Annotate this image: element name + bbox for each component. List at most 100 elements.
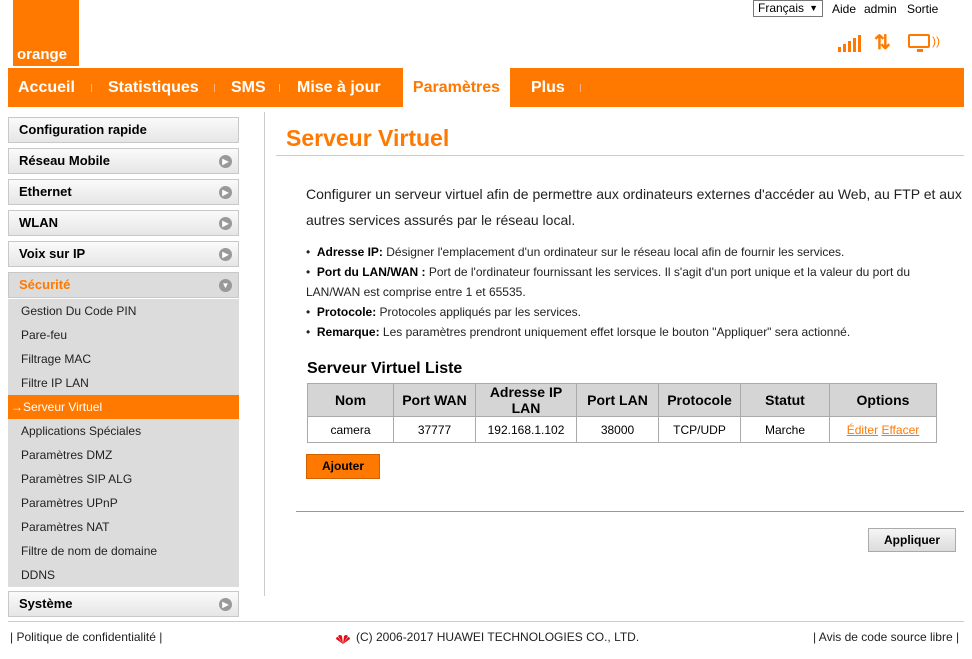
logo-text: orange	[17, 46, 68, 63]
col-statut: Statut	[740, 383, 830, 417]
sidebar-item-filtre-nom-domaine[interactable]: Filtre de nom de domaine	[8, 539, 239, 563]
nav-parametres[interactable]: Paramètres	[403, 68, 510, 107]
bullet-text: Les paramètres prendront uniquement effe…	[379, 325, 851, 339]
expand-arrow-icon: ▶	[219, 155, 232, 168]
logout-link[interactable]: Sortie	[907, 2, 938, 16]
sidebar-item-label: Ethernet	[19, 184, 72, 199]
bullet-port: • Port du LAN/WAN : Port de l'ordinateur…	[306, 265, 911, 299]
nav-accueil[interactable]: Accueil	[18, 68, 75, 107]
collapse-arrow-icon: ▼	[219, 279, 232, 292]
apply-button[interactable]: Appliquer	[868, 528, 956, 552]
sidebar-item-parametres-sip-alg[interactable]: Paramètres SIP ALG	[8, 467, 239, 491]
sidebar-item-pare-feu[interactable]: Pare-feu	[8, 323, 239, 347]
language-value: Français	[758, 1, 805, 15]
list-title: Serveur Virtuel Liste	[307, 360, 463, 377]
cell-nom: camera	[307, 416, 394, 443]
dropdown-arrow-icon: ▼	[809, 3, 818, 13]
sidebar-item-label: Réseau Mobile	[19, 153, 111, 168]
sidebar-wlan[interactable]: WLAN ▶	[8, 210, 239, 236]
virtual-server-table: Nom Port WAN Adresse IP LAN Port LAN Pro…	[307, 383, 937, 443]
sidebar-configuration-rapide[interactable]: Configuration rapide	[8, 117, 239, 143]
expand-arrow-icon: ▶	[219, 598, 232, 611]
huawei-logo-icon	[336, 635, 350, 644]
bullet-label: Adresse IP:	[316, 245, 383, 259]
sidebar-item-parametres-nat[interactable]: Paramètres NAT	[8, 515, 239, 539]
col-protocole: Protocole	[658, 383, 741, 417]
expand-arrow-icon: ▶	[219, 248, 232, 261]
sidebar-item-filtre-ip-lan[interactable]: Filtre IP LAN	[8, 371, 239, 395]
bullet-text: Désigner l'emplacement d'un ordinateur s…	[382, 245, 845, 259]
privacy-link[interactable]: Politique de confidentialité	[16, 630, 155, 644]
sidebar-item-filtrage-mac[interactable]: Filtrage MAC	[8, 347, 239, 371]
open-source-link[interactable]: Avis de code source libre	[819, 630, 953, 644]
bullet-label: Remarque:	[316, 325, 380, 339]
sidebar-securite[interactable]: Sécurité ▼	[8, 272, 239, 298]
bullet-label: Port du LAN/WAN :	[316, 265, 426, 279]
expand-arrow-icon: ▶	[219, 186, 232, 199]
sidebar-item-gestion-code-pin[interactable]: Gestion Du Code PIN	[8, 299, 239, 323]
sidebar-item-parametres-dmz[interactable]: Paramètres DMZ	[8, 443, 239, 467]
sidebar-item-parametres-upnp[interactable]: Paramètres UPnP	[8, 491, 239, 515]
nav-statistiques[interactable]: Statistiques	[108, 68, 199, 107]
securite-submenu: Gestion Du Code PIN Pare-feu Filtrage MA…	[8, 299, 239, 587]
bullet-protocole: • Protocole: Protocoles appliqués par le…	[306, 305, 581, 319]
footer-divider	[8, 621, 964, 622]
col-nom: Nom	[307, 383, 394, 417]
delete-link[interactable]: Effacer	[881, 423, 919, 437]
sidebar-item-label: Voix sur IP	[19, 246, 86, 261]
signal-icon	[838, 32, 862, 52]
bullet-label: Protocole:	[316, 305, 377, 319]
sidebar-item-label: Sécurité	[19, 277, 71, 292]
copyright: (C) 2006-2017 HUAWEI TECHNOLOGIES CO., L…	[356, 630, 640, 644]
sidebar-item-label: Serveur Virtuel	[23, 400, 103, 414]
broadcast-icon: ))	[932, 34, 940, 48]
bullet-ip: • Adresse IP: Désigner l'emplacement d'u…	[306, 245, 845, 259]
bullet-remarque: • Remarque: Les paramètres prendront uni…	[306, 325, 851, 339]
page-title: Serveur Virtuel	[286, 125, 450, 151]
cell-port-lan: 38000	[576, 416, 659, 443]
sidebar-item-ddns[interactable]: DDNS	[8, 563, 239, 587]
nav-plus[interactable]: Plus	[531, 68, 565, 107]
nav-sms[interactable]: SMS	[231, 68, 266, 107]
add-button[interactable]: Ajouter	[306, 454, 380, 479]
table-row: camera 37777 192.168.1.102 38000 TCP/UDP…	[307, 416, 937, 443]
section-divider	[296, 511, 964, 512]
help-bullets: • Adresse IP: Désigner l'emplacement d'u…	[306, 242, 931, 342]
sidebar-item-label: Système	[19, 596, 73, 611]
sidebar-systeme[interactable]: Système ▶	[8, 591, 239, 617]
main-nav: Accueil Statistiques SMS Mise à jour Par…	[8, 68, 964, 107]
col-options: Options	[829, 383, 937, 417]
help-link[interactable]: Aide	[832, 2, 856, 16]
sidebar-reseau-mobile[interactable]: Réseau Mobile ▶	[8, 148, 239, 174]
cell-statut: Marche	[740, 416, 830, 443]
col-port-lan: Port LAN	[576, 383, 659, 417]
transfer-icon: ⇅	[874, 32, 891, 54]
sidebar-item-applications-speciales[interactable]: Applications Spéciales	[8, 419, 239, 443]
sidebar-item-label: Configuration rapide	[19, 122, 147, 137]
sidebar-item-label: WLAN	[19, 215, 58, 230]
table-header-row: Nom Port WAN Adresse IP LAN Port LAN Pro…	[307, 383, 937, 417]
edit-link[interactable]: Éditer	[847, 423, 878, 437]
nav-mise-a-jour[interactable]: Mise à jour	[297, 68, 381, 107]
title-divider	[276, 155, 964, 156]
col-port-wan: Port WAN	[393, 383, 476, 417]
cell-protocole: TCP/UDP	[658, 416, 741, 443]
col-adresse-ip-lan: Adresse IP LAN	[475, 383, 577, 417]
arrow-right-icon: →	[11, 400, 23, 414]
privacy-link-wrap: | Politique de confidentialité |	[10, 630, 163, 644]
cell-ip-lan: 192.168.1.102	[475, 416, 577, 443]
language-select[interactable]: Français ▼	[753, 0, 823, 17]
expand-arrow-icon: ▶	[219, 217, 232, 230]
cell-options: Éditer Effacer	[829, 416, 937, 443]
orange-logo: orange	[13, 0, 79, 66]
cell-port-wan: 37777	[393, 416, 476, 443]
intro-text: Configurer un serveur virtuel afin de pe…	[306, 186, 962, 228]
bullet-text: Protocoles appliqués par les services.	[376, 305, 581, 319]
sidebar-item-serveur-virtuel[interactable]: →Serveur Virtuel	[8, 395, 239, 419]
sidebar-voix-sur-ip[interactable]: Voix sur IP ▶	[8, 241, 239, 267]
sidebar-ethernet[interactable]: Ethernet ▶	[8, 179, 239, 205]
open-source-link-wrap: | Avis de code source libre |	[813, 630, 960, 644]
tv-icon	[908, 34, 930, 52]
admin-link[interactable]: admin	[864, 2, 897, 16]
content-divider	[264, 112, 265, 596]
